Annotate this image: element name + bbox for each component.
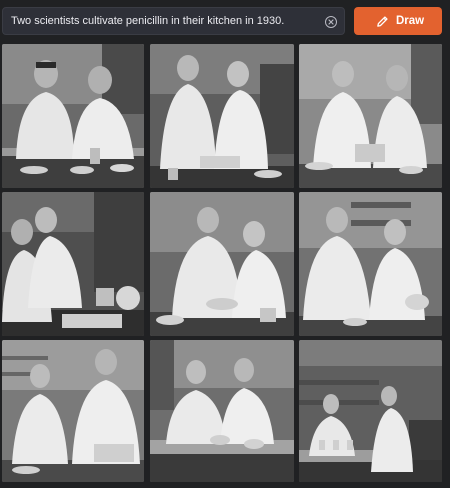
image-results-grid: [2, 44, 442, 482]
prompt-text[interactable]: Two scientists cultivate penicillin in t…: [11, 8, 284, 36]
clear-icon[interactable]: [325, 16, 337, 28]
result-image-9[interactable]: [299, 340, 442, 482]
result-image-8[interactable]: [150, 340, 294, 482]
prompt-bar: Two scientists cultivate penicillin in t…: [0, 0, 450, 40]
result-image-6[interactable]: [299, 192, 442, 336]
result-image-2[interactable]: [150, 44, 294, 188]
pencil-icon: [377, 16, 388, 27]
draw-button-label: Draw: [396, 15, 425, 27]
result-image-7[interactable]: [2, 340, 144, 482]
result-image-5[interactable]: [150, 192, 294, 336]
prompt-input[interactable]: Two scientists cultivate penicillin in t…: [2, 7, 345, 35]
result-image-1[interactable]: [2, 44, 144, 188]
draw-button[interactable]: Draw: [354, 7, 442, 35]
result-image-4[interactable]: [2, 192, 144, 336]
result-image-3[interactable]: [299, 44, 442, 188]
